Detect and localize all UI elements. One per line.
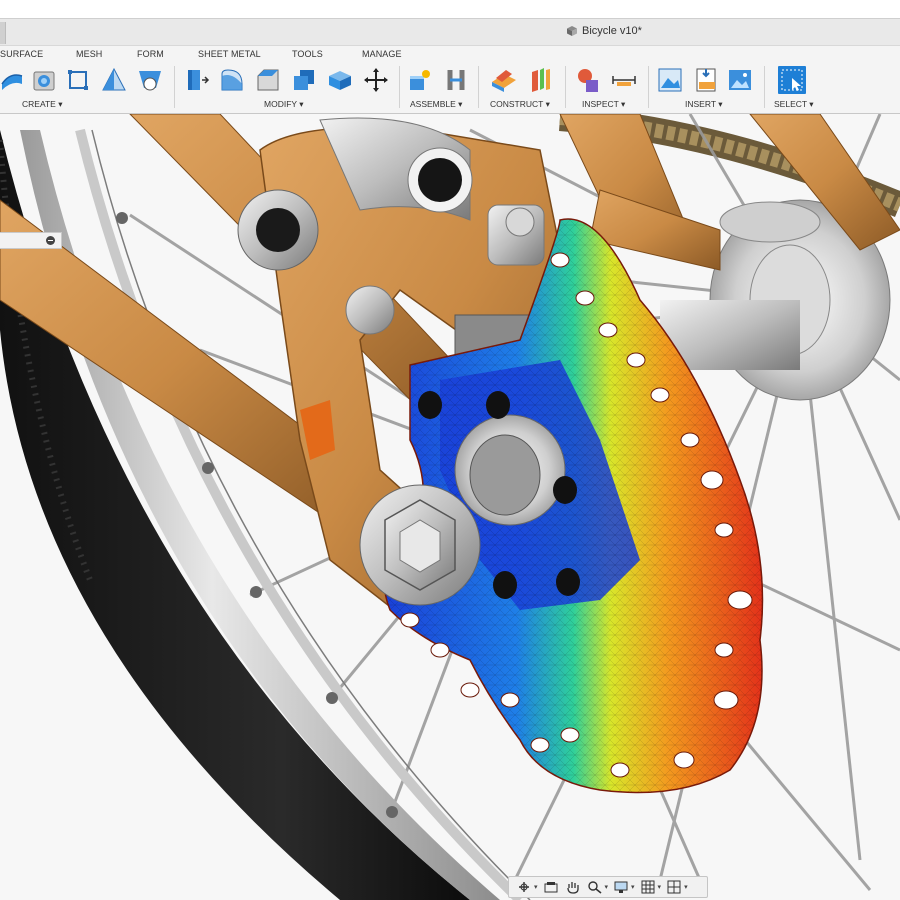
zoom-caret-icon[interactable]: ▾ bbox=[605, 883, 609, 891]
construct-group-label[interactable]: CONSTRUCT ▾ bbox=[490, 99, 550, 110]
insert-group-label[interactable]: INSERT ▾ bbox=[685, 99, 723, 110]
document-cube-icon bbox=[567, 26, 577, 36]
press-pull-icon[interactable] bbox=[182, 66, 210, 94]
navigation-bar: ▾ ▾ ▾ ▾ ▾ bbox=[508, 876, 708, 898]
tab-mesh[interactable]: MESH bbox=[76, 49, 102, 59]
toolbar: CREATE ▾ MODIFY ▾ ASSEMBLE ▾ CONSTRUCT ▾ bbox=[0, 62, 900, 114]
pan-icon[interactable] bbox=[564, 879, 582, 895]
orbit-icon[interactable] bbox=[515, 879, 533, 895]
toolbar-divider bbox=[399, 66, 400, 108]
assemble-group-label[interactable]: ASSEMBLE ▾ bbox=[410, 99, 462, 110]
document-title-text: Bicycle v10* bbox=[582, 25, 642, 37]
sketch-rectangle-icon[interactable] bbox=[64, 66, 92, 94]
joint-icon[interactable] bbox=[442, 66, 470, 94]
chamfer-icon[interactable] bbox=[254, 66, 282, 94]
toolbar-divider bbox=[764, 66, 765, 108]
modify-group-label[interactable]: MODIFY ▾ bbox=[264, 99, 304, 110]
grid-caret-icon[interactable]: ▾ bbox=[658, 883, 662, 891]
measure-icon[interactable] bbox=[610, 66, 638, 94]
offset-plane-icon[interactable] bbox=[490, 66, 518, 94]
toolbar-divider bbox=[648, 66, 649, 108]
insert-decal-icon[interactable] bbox=[656, 66, 684, 94]
tab-stub[interactable] bbox=[0, 22, 6, 44]
select-group-label[interactable]: SELECT ▾ bbox=[774, 99, 814, 110]
combine-icon[interactable] bbox=[290, 66, 318, 94]
display-settings-icon[interactable] bbox=[612, 879, 630, 895]
display-caret-icon[interactable]: ▾ bbox=[631, 883, 635, 891]
title-bar: Bicycle v10* bbox=[0, 18, 900, 46]
viewports-icon[interactable] bbox=[665, 879, 683, 895]
look-at-icon[interactable] bbox=[542, 879, 560, 895]
collapse-icon[interactable] bbox=[46, 236, 55, 245]
viewport[interactable] bbox=[0, 114, 900, 900]
inspect-group-label[interactable]: INSPECT ▾ bbox=[582, 99, 625, 110]
select-icon[interactable] bbox=[778, 66, 806, 94]
zoom-icon[interactable] bbox=[586, 879, 604, 895]
toolbar-divider bbox=[565, 66, 566, 108]
extrude-icon[interactable] bbox=[0, 66, 28, 94]
model-render bbox=[0, 114, 900, 900]
document-title: Bicycle v10* bbox=[566, 25, 642, 37]
sweep-icon[interactable] bbox=[136, 66, 164, 94]
insert-canvas-icon[interactable] bbox=[726, 66, 754, 94]
split-body-icon[interactable] bbox=[326, 66, 354, 94]
tab-sheet-metal[interactable]: SHEET METAL bbox=[198, 49, 261, 59]
revolve-icon[interactable] bbox=[30, 66, 58, 94]
toolbar-divider bbox=[174, 66, 175, 108]
interference-icon[interactable] bbox=[574, 66, 602, 94]
create-group-label[interactable]: CREATE ▾ bbox=[22, 99, 62, 110]
workspace-tabs: SURFACE MESH FORM SHEET METAL TOOLS MANA… bbox=[0, 46, 900, 62]
insert-svg-icon[interactable] bbox=[692, 66, 720, 94]
tab-form[interactable]: FORM bbox=[137, 49, 164, 59]
new-component-icon[interactable] bbox=[406, 66, 434, 94]
tab-surface[interactable]: SURFACE bbox=[0, 49, 43, 59]
viewports-caret-icon[interactable]: ▾ bbox=[684, 883, 688, 891]
loft-icon[interactable] bbox=[100, 66, 128, 94]
orbit-caret-icon[interactable]: ▾ bbox=[534, 883, 538, 891]
midplane-icon[interactable] bbox=[526, 66, 554, 94]
move-icon[interactable] bbox=[362, 66, 390, 94]
toolbar-divider bbox=[478, 66, 479, 108]
fillet-icon[interactable] bbox=[218, 66, 246, 94]
tab-tools[interactable]: TOOLS bbox=[292, 49, 323, 59]
grid-icon[interactable] bbox=[639, 879, 657, 895]
browser-panel[interactable] bbox=[0, 232, 62, 249]
tab-manage[interactable]: MANAGE bbox=[362, 49, 402, 59]
